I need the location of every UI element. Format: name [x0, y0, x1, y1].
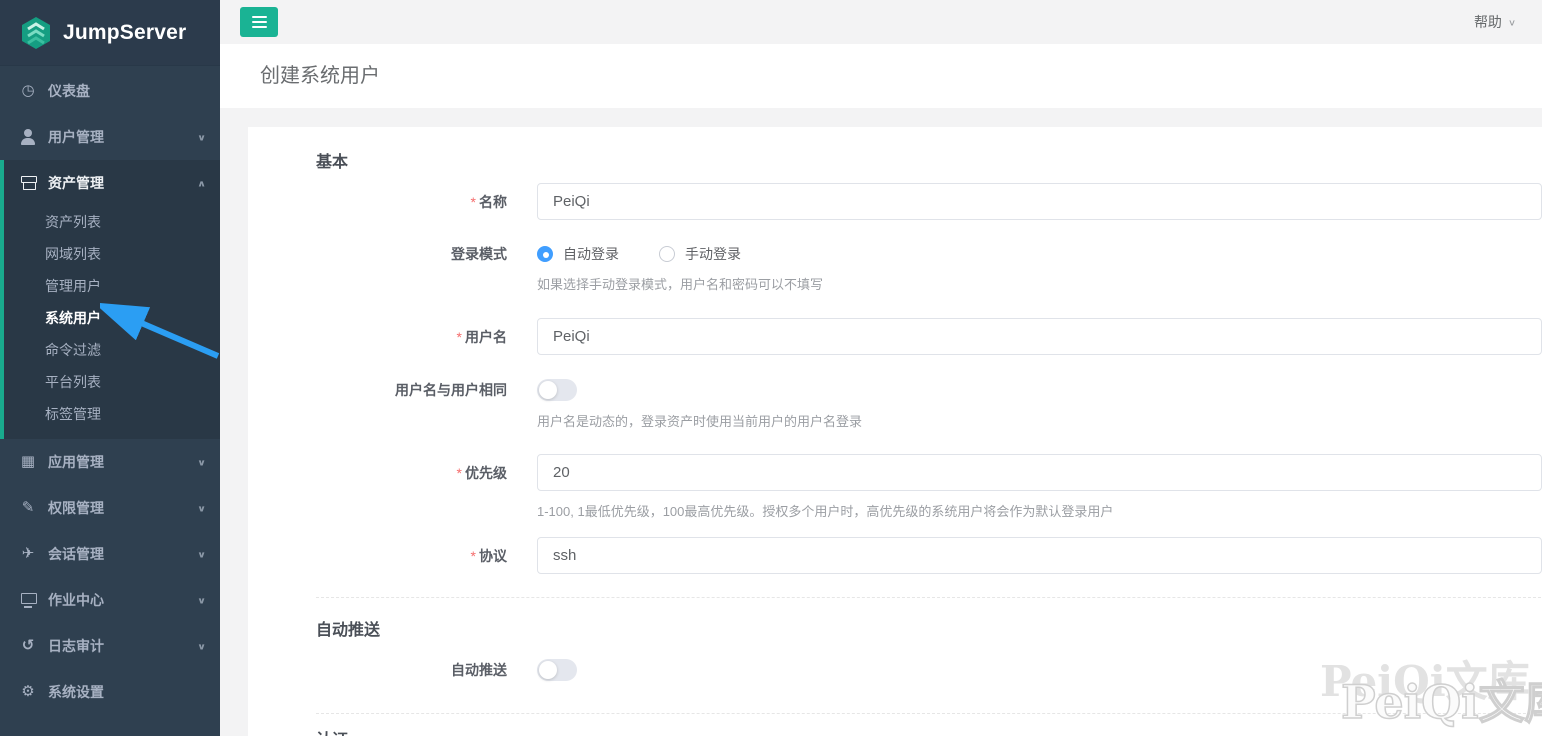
sidebar-item-label: 权限管理: [48, 500, 104, 516]
edit-pen-icon: ✎: [21, 499, 35, 516]
history-icon: ↺: [21, 637, 35, 654]
username-same-label: 用户名与用户相同: [395, 382, 507, 398]
login-mode-radio-group: 自动登录 手动登录: [537, 244, 781, 264]
jumpserver-logo-icon: [22, 16, 50, 49]
sidebar-item-system-user[interactable]: 系统用户: [4, 302, 220, 334]
radio-unchecked-icon: [659, 246, 675, 262]
protocol-label: * 协议: [470, 547, 507, 564]
asset-box-icon: [20, 175, 37, 191]
radio-label: 自动登录: [563, 246, 619, 262]
section-title-auto-push: 自动推送: [316, 622, 381, 639]
required-mark: *: [456, 464, 462, 481]
topbar: 帮助 ∨: [220, 0, 1542, 44]
sidebar-item-label: 作业中心: [48, 592, 104, 608]
form-row-username-same: 用户名与用户相同: [316, 379, 1542, 401]
page-header: 创建系统用户: [220, 44, 1542, 108]
username-input[interactable]: [537, 318, 1542, 355]
priority-label: * 优先级: [456, 464, 507, 481]
gear-icon: ⚙: [21, 683, 35, 700]
priority-input[interactable]: [537, 454, 1542, 491]
sidebar-nav: ◷ 仪表盘 用户管理 ∨ 资产管理 ∧ 资产列表 网域列表 管理用户 系统用户 …: [0, 66, 220, 715]
form-row-login-mode: 登录模式 自动登录 手动登录: [316, 244, 1542, 264]
asset-management-submenu: 资产列表 网域列表 管理用户 系统用户 命令过滤 平台列表 标签管理: [4, 206, 220, 439]
sidebar-item-label: 系统设置: [48, 684, 104, 700]
chevron-down-icon: ∨: [1507, 17, 1516, 28]
sidebar-item-admin-user[interactable]: 管理用户: [4, 270, 220, 302]
section-title-auth: 认证: [316, 726, 1542, 736]
create-system-user-panel: 基本 *名称 登录模式 自动登录 手动登录 如果选择手动登录模式，用户名和密码可…: [248, 127, 1542, 736]
sidebar-item-session-management[interactable]: ✈ 会话管理 ∨: [0, 531, 220, 577]
app-logo[interactable]: JumpServer: [0, 0, 220, 66]
sidebar-item-job-center[interactable]: 作业中心 ∨: [0, 577, 220, 623]
sidebar-section-asset-management: 资产管理 ∧ 资产列表 网域列表 管理用户 系统用户 命令过滤 平台列表 标签管…: [0, 160, 220, 439]
auto-push-label: 自动推送: [451, 662, 507, 678]
sidebar-item-system-settings[interactable]: ⚙ 系统设置: [0, 669, 220, 715]
name-label: * 名称: [470, 193, 507, 210]
sidebar-item-log-audit[interactable]: ↺ 日志审计 ∨: [0, 623, 220, 669]
radio-manual-login[interactable]: 手动登录: [659, 244, 741, 264]
help-label: 帮助: [1473, 14, 1502, 30]
sidebar-item-label: 会话管理: [48, 546, 104, 562]
radio-checked-icon: [537, 246, 553, 262]
username-same-help: 用户名是动态的，登录资产时使用当前用户的用户名登录: [537, 414, 863, 429]
help-menu[interactable]: 帮助 ∨: [1474, 0, 1516, 44]
login-mode-help: 如果选择手动登录模式，用户名和密码可以不填写: [537, 277, 824, 292]
required-mark: *: [456, 328, 462, 345]
sidebar-item-domain-list[interactable]: 网域列表: [4, 238, 220, 270]
chevron-down-icon: ∨: [197, 132, 206, 143]
sidebar-item-label: 日志审计: [48, 638, 104, 654]
apps-grid-icon: ▦: [20, 453, 36, 470]
auto-push-toggle[interactable]: [537, 659, 577, 681]
protocol-input[interactable]: [537, 537, 1542, 574]
section-title-basic: 基本: [316, 154, 349, 171]
sidebar-toggle-button[interactable]: [240, 7, 278, 37]
chevron-down-icon: ∨: [197, 457, 206, 468]
form-row-name: * 名称: [316, 183, 1542, 220]
chevron-down-icon: ∨: [197, 549, 206, 560]
sidebar-item-label: 资产管理: [48, 175, 104, 191]
username-same-toggle[interactable]: [537, 379, 577, 401]
login-mode-label: 登录模式: [451, 246, 507, 262]
sidebar: JumpServer ◷ 仪表盘 用户管理 ∨ 资产管理 ∧ 资产列表 网域列表…: [0, 0, 220, 736]
form-row-priority: * 优先级: [316, 454, 1542, 491]
sidebar-item-asset-list[interactable]: 资产列表: [4, 206, 220, 238]
form-row-username: * 用户名: [316, 318, 1542, 355]
required-mark: *: [470, 547, 476, 564]
sidebar-item-label: 用户管理: [48, 129, 104, 145]
radio-auto-login[interactable]: 自动登录: [537, 244, 619, 264]
brand-name: JumpServer: [63, 20, 187, 44]
sidebar-item-asset-management[interactable]: 资产管理 ∧: [4, 160, 220, 206]
sidebar-item-app-management[interactable]: ▦ 应用管理 ∨: [0, 439, 220, 485]
sidebar-item-label-management[interactable]: 标签管理: [4, 398, 220, 430]
sidebar-item-permission-management[interactable]: ✎ 权限管理 ∨: [0, 485, 220, 531]
chevron-down-icon: ∨: [197, 503, 206, 514]
dashboard-icon: ◷: [21, 82, 35, 99]
hamburger-icon: [251, 16, 267, 18]
name-input[interactable]: [537, 183, 1542, 220]
priority-help: 1-100, 1最低优先级，100最高优先级。授权多个用户时，高优先级的系统用户…: [537, 504, 1114, 519]
required-mark: *: [470, 193, 476, 210]
page-title: 创建系统用户: [260, 65, 380, 87]
users-icon: [20, 129, 36, 145]
chevron-up-icon: ∧: [197, 178, 206, 189]
form-row-auto-push: 自动推送: [316, 659, 1542, 681]
sidebar-item-label: 应用管理: [48, 454, 104, 470]
sidebar-item-command-filter[interactable]: 命令过滤: [4, 334, 220, 366]
sidebar-item-user-management[interactable]: 用户管理 ∨: [0, 114, 220, 160]
monitor-icon: [20, 592, 37, 608]
chevron-down-icon: ∨: [197, 595, 206, 606]
radio-label: 手动登录: [685, 246, 741, 262]
username-label: * 用户名: [456, 328, 507, 345]
section-divider: [316, 713, 1542, 714]
sidebar-item-dashboard[interactable]: ◷ 仪表盘: [0, 68, 220, 114]
chevron-down-icon: ∨: [197, 641, 206, 652]
rocket-icon: ✈: [21, 545, 35, 562]
sidebar-item-label: 仪表盘: [48, 83, 90, 99]
sidebar-item-platform-list[interactable]: 平台列表: [4, 366, 220, 398]
section-divider: [316, 597, 1542, 598]
form-row-protocol: * 协议: [316, 537, 1542, 574]
